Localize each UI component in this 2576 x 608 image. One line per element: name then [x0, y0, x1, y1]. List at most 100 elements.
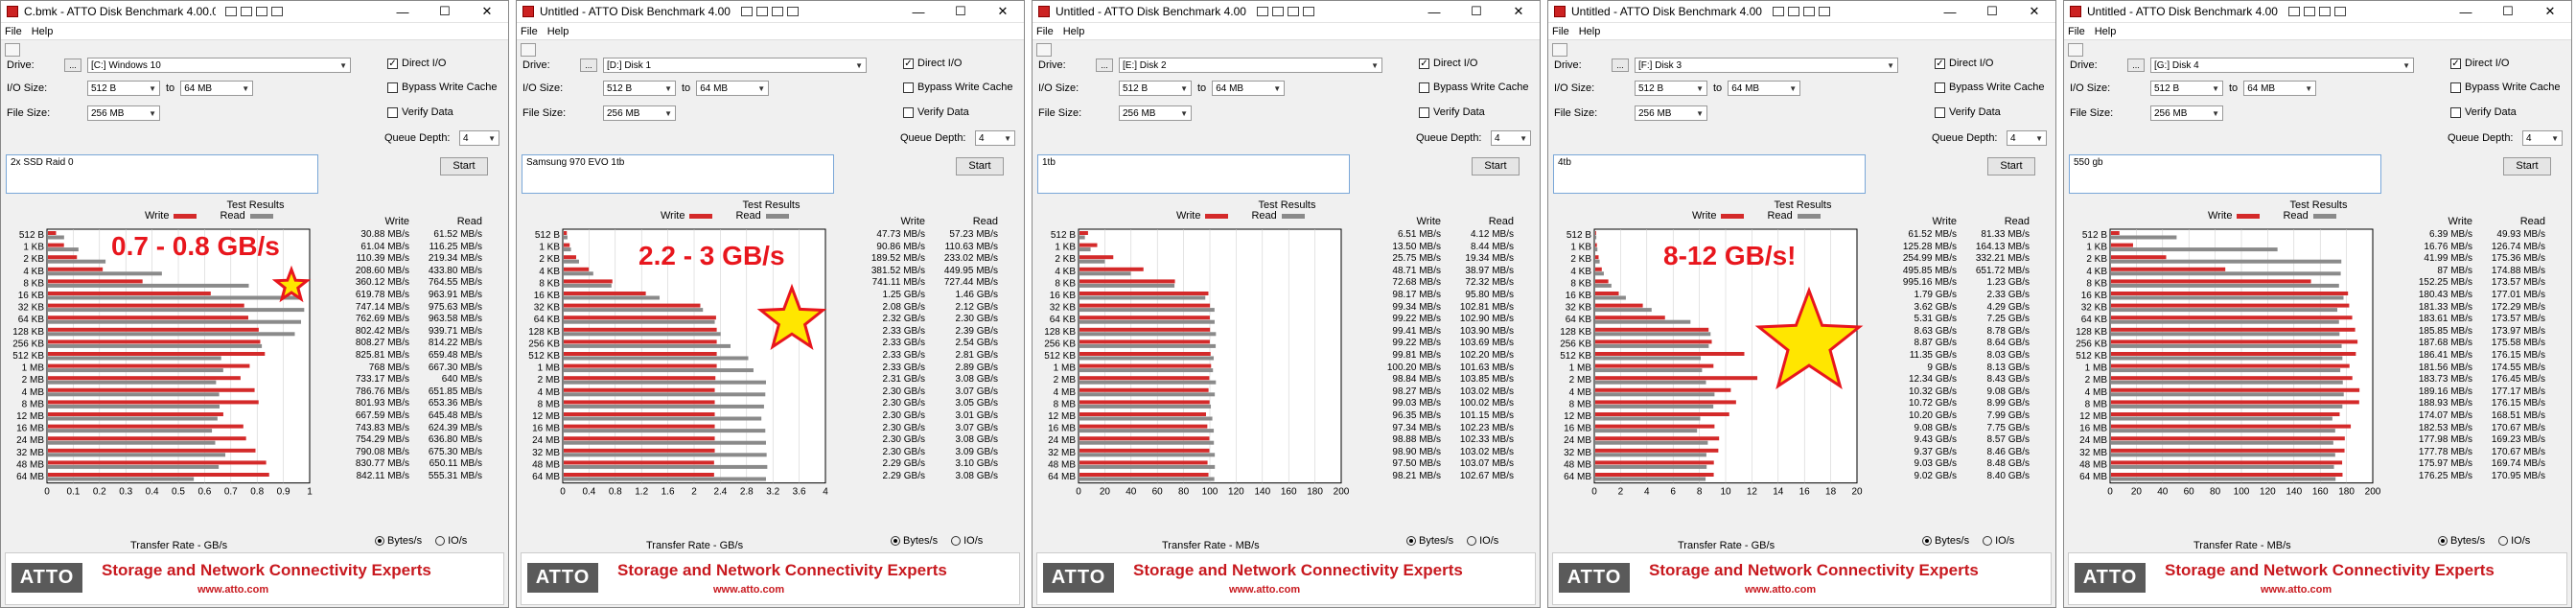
y-tick-label: 1 MB: [1054, 363, 1077, 374]
y-tick-label: 32 MB: [1048, 448, 1076, 458]
banner-url[interactable]: www.atto.com: [713, 584, 784, 596]
read-value: 8.44 MB/s: [1470, 241, 1514, 252]
write-bar: [1079, 267, 1144, 271]
write-value: 786.76 MB/s: [355, 386, 409, 397]
bytes-radio-label: Bytes/s: [903, 535, 939, 547]
read-value: 170.67 MB/s: [2491, 446, 2545, 457]
x-tick-label: 80: [2210, 487, 2221, 498]
write-bar: [2111, 327, 2356, 332]
write-value: 733.17 MB/s: [355, 374, 409, 386]
y-tick-label: 8 MB: [538, 399, 561, 409]
y-tick-label: 2 MB: [1054, 375, 1077, 386]
write-value: 801.93 MB/s: [355, 398, 409, 409]
read-value: 449.95 MB/s: [943, 265, 998, 276]
write-value: 495.85 MB/s: [1902, 265, 1957, 276]
y-tick-label: 16 MB: [1564, 424, 1591, 434]
write-bar: [48, 279, 143, 284]
benchmark-window-5: Untitled - ATTO Disk Benchmark 4.00.0f1—…: [2063, 0, 2572, 608]
read-value: 176.45 MB/s: [2491, 374, 2545, 386]
atto-banner[interactable]: ATTO Storage and Network Connectivity Exp…: [5, 552, 504, 605]
write-value: 99.22 MB/s: [1392, 338, 1441, 349]
benchmark-window-4: Untitled - ATTO Disk Benchmark 4.00.0f1—…: [1547, 0, 2056, 608]
write-value: 9.37 GB/s: [1914, 446, 1957, 457]
banner-url[interactable]: www.atto.com: [1229, 584, 1300, 596]
x-tick-label: 3.6: [793, 487, 806, 498]
io-per-sec-radio[interactable]: IO/s: [1467, 535, 1498, 547]
write-bar: [1595, 292, 1619, 295]
write-value: 1.79 GB/s: [1914, 289, 1957, 300]
read-value: 101.15 MB/s: [1459, 409, 1514, 421]
atto-banner[interactable]: ATTO Storage and Network Connectivity Exp…: [2068, 552, 2567, 605]
y-tick-label: 512 KB: [12, 351, 44, 362]
atto-logo: ATTO: [12, 563, 82, 593]
write-bar: [1595, 267, 1602, 271]
write-value: 125.28 MB/s: [1902, 241, 1957, 252]
banner-url[interactable]: www.atto.com: [197, 584, 268, 596]
read-value: 3.09 GB/s: [955, 446, 998, 457]
write-bar: [48, 255, 78, 260]
write-bar: [1595, 316, 1665, 320]
read-bar: [1595, 368, 1703, 373]
write-value: 96.35 MB/s: [1392, 409, 1441, 421]
write-bar: [2111, 387, 2360, 392]
speed-annotation: 0.7 - 0.8 GB/s: [111, 231, 280, 261]
read-value: 176.15 MB/s: [2491, 398, 2545, 409]
write-bar: [1595, 436, 1720, 441]
radio-selected-icon: [1922, 536, 1932, 547]
read-bar: [1595, 464, 1707, 469]
read-bar: [48, 416, 218, 421]
bytes-per-sec-radio[interactable]: Bytes/s: [1922, 535, 1969, 547]
io-per-sec-radio[interactable]: IO/s: [435, 535, 467, 547]
read-value: 100.02 MB/s: [1459, 398, 1514, 409]
y-tick-label: 2 MB: [22, 375, 45, 386]
read-bar: [48, 453, 226, 457]
bytes-per-sec-radio[interactable]: Bytes/s: [375, 535, 422, 547]
write-bar: [1079, 376, 1210, 381]
read-bar: [48, 356, 221, 361]
write-value: 1.25 GB/s: [882, 289, 925, 300]
write-bar: [48, 387, 255, 392]
read-value: 103.85 MB/s: [1459, 374, 1514, 386]
read-bar: [1595, 271, 1604, 276]
y-tick-label: 1 KB: [2086, 243, 2107, 253]
read-values-column: 4.12 MB/s 8.44 MB/s 19.34 MB/s 38.97 MB/s 72…: [1443, 229, 1514, 482]
read-bar: [1595, 283, 1612, 288]
read-value: 3.10 GB/s: [955, 458, 998, 470]
write-bar: [2111, 424, 2352, 429]
bytes-per-sec-radio[interactable]: Bytes/s: [1406, 535, 1453, 547]
banner-url[interactable]: www.atto.com: [2261, 584, 2332, 596]
banner-url[interactable]: www.atto.com: [1745, 584, 1816, 596]
write-value: 208.60 MB/s: [355, 265, 409, 276]
y-tick-label: 128 KB: [2076, 327, 2107, 338]
y-tick-label: 12 MB: [2079, 411, 2107, 422]
read-value: 555.31 MB/s: [428, 470, 482, 481]
atto-banner[interactable]: ATTO Storage and Network Connectivity Exp…: [1036, 552, 1536, 605]
io-per-sec-radio[interactable]: IO/s: [951, 535, 983, 547]
bytes-per-sec-radio[interactable]: Bytes/s: [891, 535, 938, 547]
bytes-per-sec-radio[interactable]: Bytes/s: [2438, 535, 2485, 547]
y-tick-label: 256 KB: [12, 339, 44, 349]
read-bar: [564, 343, 731, 348]
write-value: 189.16 MB/s: [2418, 386, 2472, 397]
read-value: 7.25 GB/s: [1986, 314, 2030, 325]
read-value: 175.58 MB/s: [2491, 338, 2545, 349]
read-value: 3.05 GB/s: [955, 398, 998, 409]
write-value: 185.85 MB/s: [2418, 325, 2472, 337]
write-value: 100.20 MB/s: [1386, 362, 1441, 373]
write-bar: [48, 231, 57, 235]
write-bar: [48, 292, 211, 295]
read-bar: [564, 416, 762, 421]
write-value: 175.97 MB/s: [2418, 458, 2472, 470]
write-value: 12.34 GB/s: [1908, 374, 1957, 386]
y-tick-label: 12 MB: [1048, 411, 1076, 422]
write-bar: [564, 243, 570, 247]
atto-banner[interactable]: ATTO Storage and Network Connectivity Exp…: [521, 552, 1020, 605]
write-value: 2.29 GB/s: [882, 470, 925, 481]
read-bar: [2111, 235, 2177, 240]
read-value: 2.89 GB/s: [955, 362, 998, 373]
io-per-sec-radio[interactable]: IO/s: [1983, 535, 2014, 547]
atto-banner[interactable]: ATTO Storage and Network Connectivity Exp…: [1552, 552, 2052, 605]
write-value: 667.59 MB/s: [355, 409, 409, 421]
write-value: 2.30 GB/s: [882, 422, 925, 433]
io-per-sec-radio[interactable]: IO/s: [2498, 535, 2530, 547]
